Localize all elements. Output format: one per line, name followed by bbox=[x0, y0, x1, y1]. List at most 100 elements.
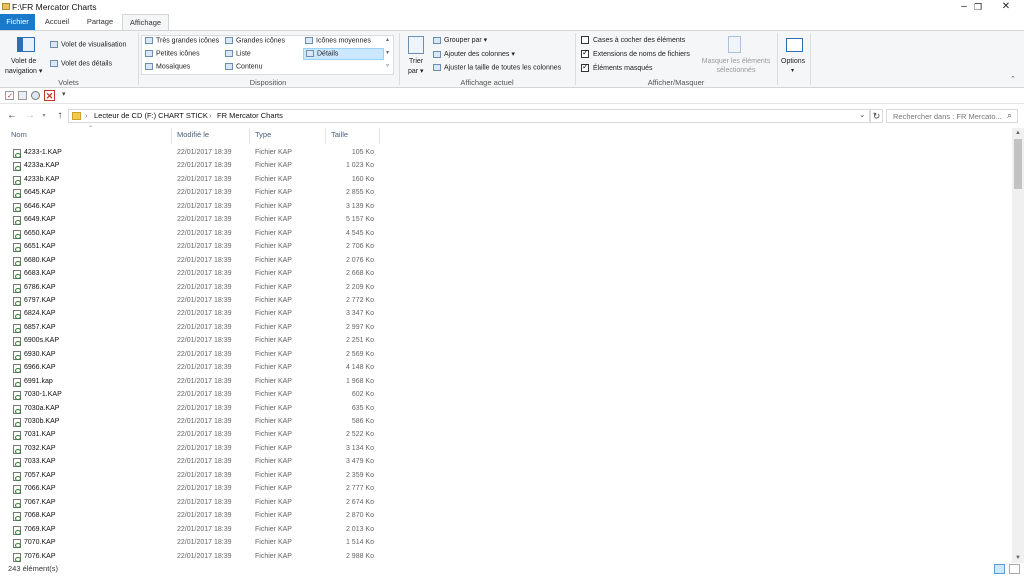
table-row[interactable]: 6797.KAP 22/01/2017 18:39 Fichier KAP 2 772… bbox=[0, 295, 1012, 308]
layout-tiles[interactable]: Mosaïques bbox=[145, 63, 190, 70]
table-row[interactable]: 6824.KAP 22/01/2017 18:39 Fichier KAP 3 347… bbox=[0, 308, 1012, 321]
details-view-icon[interactable] bbox=[994, 564, 1005, 574]
checkbox-checked[interactable] bbox=[581, 62, 589, 72]
ribbon: Volet de navigation ▾ Volet de visualisa… bbox=[0, 30, 1024, 88]
gallery-scroll-up-icon[interactable]: ▴ bbox=[386, 36, 389, 43]
table-row[interactable]: 4233b.KAP 22/01/2017 18:39 Fichier KAP 160 … bbox=[0, 174, 1012, 187]
forward-arrow-icon[interactable]: → bbox=[24, 109, 36, 123]
table-row[interactable]: 7066.KAP 22/01/2017 18:39 Fichier KAP 2 777… bbox=[0, 483, 1012, 496]
column-divider[interactable] bbox=[379, 128, 380, 144]
recent-locations-icon[interactable]: ▾ bbox=[40, 109, 48, 123]
table-row[interactable]: 6649.KAP 22/01/2017 18:39 Fichier KAP 5 157… bbox=[0, 214, 1012, 227]
collapse-ribbon-icon[interactable]: ⌃ bbox=[1010, 75, 1016, 83]
table-row[interactable]: 7069.KAP 22/01/2017 18:39 Fichier KAP 2 013… bbox=[0, 524, 1012, 537]
layout-details[interactable]: Détails bbox=[303, 48, 384, 60]
table-row[interactable]: 7031.KAP 22/01/2017 18:39 Fichier KAP 2 522… bbox=[0, 429, 1012, 442]
up-arrow-icon[interactable]: ↑ bbox=[54, 109, 66, 123]
new-folder-icon[interactable] bbox=[18, 91, 27, 100]
layout-extra-large-icons[interactable]: Très grandes icônes bbox=[145, 37, 219, 44]
navigation-pane-button[interactable]: navigation ▾ bbox=[5, 67, 42, 75]
table-row[interactable]: 7057.KAP 22/01/2017 18:39 Fichier KAP 2 359… bbox=[0, 470, 1012, 483]
column-type[interactable]: Type bbox=[255, 130, 271, 139]
details-pane-button[interactable]: Volet des détails bbox=[50, 60, 112, 67]
sort-by-button[interactable]: par ▾ bbox=[408, 67, 424, 75]
gallery-expand-icon[interactable]: ▿ bbox=[386, 62, 389, 69]
table-row[interactable]: 6900s.KAP 22/01/2017 18:39 Fichier KAP 2 25… bbox=[0, 335, 1012, 348]
table-row[interactable]: 7030a.KAP 22/01/2017 18:39 Fichier KAP 635 … bbox=[0, 403, 1012, 416]
table-row[interactable]: 6930.KAP 22/01/2017 18:39 Fichier KAP 2 569… bbox=[0, 349, 1012, 362]
column-name[interactable]: Nom bbox=[11, 130, 27, 139]
table-row[interactable]: 7030-1.KAP 22/01/2017 18:39 Fichier KAP 602… bbox=[0, 389, 1012, 402]
column-size[interactable]: Taille bbox=[331, 130, 348, 139]
table-row[interactable]: 4233a.KAP 22/01/2017 18:39 Fichier KAP 1 02… bbox=[0, 160, 1012, 173]
column-divider[interactable] bbox=[249, 128, 250, 144]
scroll-up-icon[interactable]: ▲ bbox=[1012, 128, 1024, 138]
fit-columns-button[interactable]: Ajuster la taille de toutes les colonnes bbox=[433, 64, 561, 71]
layout-medium-icons[interactable]: Icônes moyennes bbox=[305, 37, 371, 44]
address-dropdown-icon[interactable]: ⌄ bbox=[859, 110, 865, 119]
preview-pane-button[interactable]: Volet de visualisation bbox=[50, 41, 126, 48]
table-row[interactable]: 6857.KAP 22/01/2017 18:39 Fichier KAP 2 997… bbox=[0, 322, 1012, 335]
tab-fichier[interactable]: Fichier bbox=[0, 14, 35, 30]
checkbox-unchecked[interactable] bbox=[581, 36, 589, 44]
sort-by-label[interactable]: Trier bbox=[409, 58, 423, 65]
scroll-down-icon[interactable]: ▼ bbox=[1012, 553, 1024, 563]
vertical-scrollbar[interactable]: ▲ ▼ bbox=[1012, 128, 1024, 563]
kap-file-icon bbox=[13, 323, 21, 333]
breadcrumb-drive[interactable]: Lecteur de CD (F:) CHART STICK bbox=[94, 111, 208, 120]
table-row[interactable]: 7032.KAP 22/01/2017 18:39 Fichier KAP 3 134… bbox=[0, 443, 1012, 456]
table-row[interactable]: 6650.KAP 22/01/2017 18:39 Fichier KAP 4 545… bbox=[0, 228, 1012, 241]
add-columns-button[interactable]: Ajouter des colonnes ▾ bbox=[433, 50, 515, 58]
column-divider[interactable] bbox=[325, 128, 326, 144]
customize-qat-icon[interactable]: ▾ bbox=[62, 90, 66, 98]
layout-list[interactable]: Liste bbox=[225, 50, 251, 57]
layout-large-icons[interactable]: Grandes icônes bbox=[225, 37, 285, 44]
hidden-items-toggle[interactable]: Éléments masqués bbox=[581, 62, 653, 72]
table-row[interactable]: 6680.KAP 22/01/2017 18:39 Fichier KAP 2 076… bbox=[0, 255, 1012, 268]
file-type: Fichier KAP bbox=[255, 270, 292, 278]
checkbox-checked[interactable] bbox=[581, 48, 589, 58]
item-checkboxes-toggle[interactable]: Cases à cocher des éléments bbox=[581, 36, 685, 44]
delete-icon[interactable]: ✕ bbox=[44, 90, 55, 101]
search-drive-icon[interactable] bbox=[31, 91, 40, 100]
table-row[interactable]: 7070.KAP 22/01/2017 18:39 Fichier KAP 1 514… bbox=[0, 537, 1012, 550]
navigation-pane-label[interactable]: Volet de bbox=[11, 58, 36, 65]
gallery-scroll-down-icon[interactable]: ▾ bbox=[386, 49, 389, 56]
search-input[interactable]: Rechercher dans : FR Mercato... bbox=[893, 112, 1002, 121]
table-row[interactable]: 7033.KAP 22/01/2017 18:39 Fichier KAP 3 479… bbox=[0, 456, 1012, 469]
properties-icon[interactable]: ✓ bbox=[5, 91, 14, 100]
table-row[interactable]: 6991.kap 22/01/2017 18:39 Fichier KAP 1 968… bbox=[0, 376, 1012, 389]
table-row[interactable]: 6646.KAP 22/01/2017 18:39 Fichier KAP 3 139… bbox=[0, 201, 1012, 214]
table-row[interactable]: 6966.KAP 22/01/2017 18:39 Fichier KAP 4 148… bbox=[0, 362, 1012, 375]
column-modified[interactable]: Modifié le bbox=[177, 130, 209, 139]
table-row[interactable]: 7068.KAP 22/01/2017 18:39 Fichier KAP 2 870… bbox=[0, 510, 1012, 523]
file-name: 7030-1.KAP bbox=[24, 391, 62, 399]
maximize-button[interactable]: ❐ bbox=[964, 0, 992, 14]
back-arrow-icon[interactable]: ← bbox=[6, 109, 18, 123]
large-icons-view-icon[interactable] bbox=[1009, 564, 1020, 574]
address-bar[interactable]: › Lecteur de CD (F:) CHART STICK › FR Me… bbox=[68, 109, 870, 123]
layout-small-icons[interactable]: Petites icônes bbox=[145, 50, 200, 57]
tab-affichage[interactable]: Affichage bbox=[122, 14, 169, 30]
refresh-icon[interactable]: ↻ bbox=[870, 109, 883, 123]
close-button[interactable]: ✕ bbox=[992, 0, 1020, 14]
table-row[interactable]: 6786.KAP 22/01/2017 18:39 Fichier KAP 2 209… bbox=[0, 282, 1012, 295]
table-row[interactable]: 7076.KAP 22/01/2017 18:39 Fichier KAP 2 988… bbox=[0, 551, 1012, 564]
tab-accueil[interactable]: Accueil bbox=[38, 14, 76, 30]
options-button[interactable]: Options bbox=[781, 58, 805, 65]
tab-partage[interactable]: Partage bbox=[80, 14, 120, 30]
column-divider[interactable] bbox=[171, 128, 172, 144]
table-row[interactable]: 4233-1.KAP 22/01/2017 18:39 Fichier KAP 105… bbox=[0, 147, 1012, 160]
table-row[interactable]: 6645.KAP 22/01/2017 18:39 Fichier KAP 2 855… bbox=[0, 187, 1012, 200]
table-row[interactable]: 6651.KAP 22/01/2017 18:39 Fichier KAP 2 706… bbox=[0, 241, 1012, 254]
hide-selected-label[interactable]: Masquer les éléments bbox=[700, 58, 772, 65]
table-row[interactable]: 7030b.KAP 22/01/2017 18:39 Fichier KAP 586 … bbox=[0, 416, 1012, 429]
search-box[interactable]: Rechercher dans : FR Mercato... ⌕ bbox=[886, 109, 1018, 123]
file-extensions-toggle[interactable]: Extensions de noms de fichiers bbox=[581, 48, 690, 58]
breadcrumb-folder[interactable]: FR Mercator Charts bbox=[217, 111, 283, 120]
table-row[interactable]: 7067.KAP 22/01/2017 18:39 Fichier KAP 2 674… bbox=[0, 497, 1012, 510]
layout-content[interactable]: Contenu bbox=[225, 63, 262, 70]
table-row[interactable]: 6683.KAP 22/01/2017 18:39 Fichier KAP 2 668… bbox=[0, 268, 1012, 281]
scrollbar-thumb[interactable] bbox=[1014, 139, 1022, 189]
group-by-button[interactable]: Grouper par ▾ bbox=[433, 36, 487, 44]
